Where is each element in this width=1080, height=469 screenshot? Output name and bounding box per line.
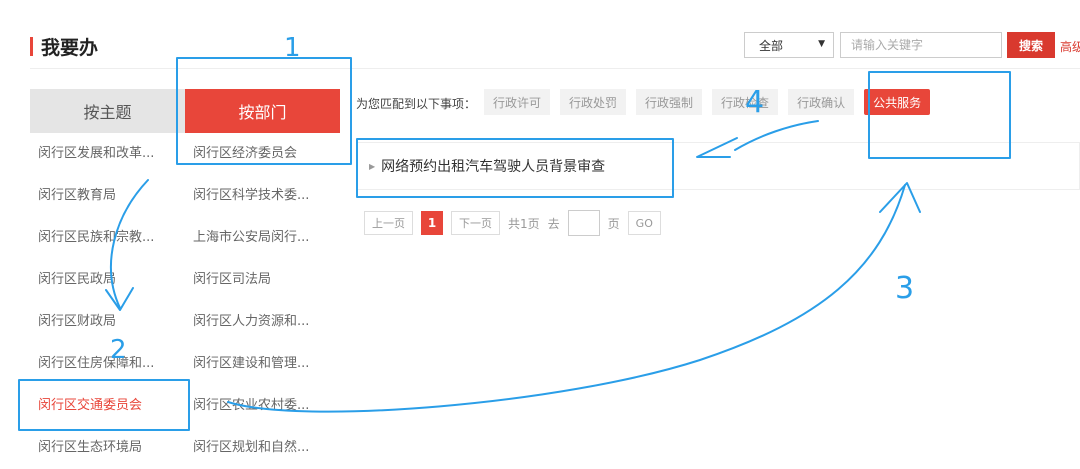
list-item[interactable]: 闵行区科学技术委... [185,175,340,217]
search-input[interactable] [840,32,1002,58]
result-item-title: 网络预约出租汽车驾驶人员背景审查 [381,159,606,175]
filter-tag[interactable]: 行政检查 [712,89,779,115]
chevron-down-icon: ▼ [818,39,825,49]
page-unit-label: 页 [607,216,620,231]
caret-right-icon: ▶ [369,161,376,171]
list-item[interactable]: 闵行区建设和管理... [185,343,340,385]
annotation-number: 1 [284,33,301,63]
advanced-search-link[interactable]: 高级 [1060,38,1080,55]
tab-by-theme[interactable]: 按主题 [30,89,185,133]
list-item[interactable]: 闵行区司法局 [185,259,340,301]
match-label: 为您匹配到以下事项： [356,97,477,111]
theme-list: 闵行区发展和改革... 闵行区教育局 闵行区民族和宗教... 闵行区民政局 闵行… [30,133,185,469]
prev-page-button[interactable]: 上一页 [364,211,413,235]
filter-tag[interactable]: 行政强制 [636,89,703,115]
list-item-selected[interactable]: 闵行区交通委员会 [30,385,185,427]
filter-tag[interactable]: 行政处罚 [560,89,627,115]
list-item[interactable]: 闵行区民族和宗教... [30,217,185,259]
next-page-button[interactable]: 下一页 [451,211,500,235]
list-item[interactable]: 闵行区人力资源和... [185,301,340,343]
list-item[interactable]: 上海市公安局闵行... [185,217,340,259]
current-page[interactable]: 1 [421,211,443,235]
list-item[interactable]: 闵行区发展和改革... [30,133,185,175]
search-button[interactable]: 搜索 [1007,32,1055,58]
search-scope-select[interactable]: 全部 ▼ [744,32,834,58]
filter-tags: 行政许可 行政处罚 行政强制 行政检查 行政确认 公共服务 [484,89,931,115]
search-scope-value: 全部 [759,38,784,53]
list-item[interactable]: 闵行区财政局 [30,301,185,343]
filter-tag[interactable]: 行政许可 [484,89,551,115]
list-item[interactable]: 闵行区规划和自然... [185,427,340,469]
total-pages: 共1页 [508,216,540,231]
filter-tag-selected[interactable]: 公共服务 [864,89,931,115]
go-button[interactable]: GO [627,211,661,235]
list-item[interactable]: 闵行区经济委员会 [185,133,340,175]
pagination: 上一页 1 下一页 共1页 去 页 GO [364,210,661,236]
goto-label: 去 [547,216,560,231]
tab-by-department[interactable]: 按部门 [185,89,340,133]
filter-tag[interactable]: 行政确认 [788,89,855,115]
list-item[interactable]: 闵行区住房保障和... [30,343,185,385]
list-item[interactable]: 闵行区农业农村委... [185,385,340,427]
page-title-text: 我要办 [41,36,99,59]
title-accent-bar [30,36,33,56]
header-divider [30,68,1080,69]
department-list: 闵行区经济委员会 闵行区科学技术委... 上海市公安局闵行... 闵行区司法局 … [185,133,340,469]
list-item[interactable]: 闵行区生态环境局 [30,427,185,469]
list-item[interactable]: 闵行区民政局 [30,259,185,301]
page-title: 我要办 [30,34,99,59]
list-item[interactable]: 闵行区教育局 [30,175,185,217]
result-item[interactable]: ▶ 网络预约出租汽车驾驶人员背景审查 [356,142,1080,190]
annotation-number: 3 [895,271,914,306]
page-number-input[interactable] [567,210,600,236]
